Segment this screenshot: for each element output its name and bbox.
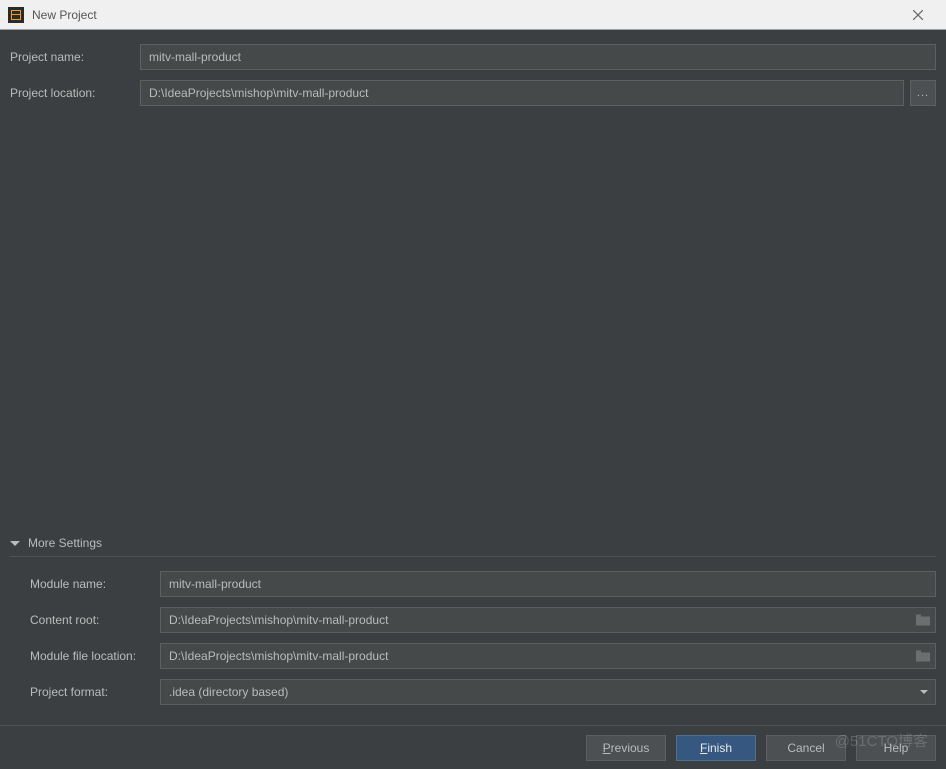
project-name-row: Project name:: [10, 44, 936, 70]
module-file-location-row: Module file location:: [30, 643, 936, 669]
app-icon: [8, 7, 24, 23]
folder-icon: [916, 615, 930, 626]
titlebar: New Project: [0, 0, 946, 30]
browse-button[interactable]: ...: [910, 80, 936, 106]
module-file-location-browse-icon[interactable]: [916, 651, 930, 662]
content-root-browse-icon[interactable]: [916, 615, 930, 626]
project-location-input[interactable]: [140, 80, 904, 106]
help-button[interactable]: Help: [856, 735, 936, 761]
module-file-location-label: Module file location:: [30, 649, 160, 663]
finish-button[interactable]: Finish: [676, 735, 756, 761]
content-root-input[interactable]: [160, 607, 936, 633]
more-settings-label: More Settings: [28, 536, 102, 550]
project-location-label: Project location:: [10, 86, 140, 100]
more-settings-section: More Settings Module name: Content root:…: [10, 536, 936, 715]
window-title: New Project: [32, 8, 898, 22]
project-location-row: Project location: ...: [10, 80, 936, 106]
cancel-button[interactable]: Cancel: [766, 735, 846, 761]
project-format-select[interactable]: [160, 679, 936, 705]
folder-icon: [916, 651, 930, 662]
button-bar: Previous Finish Cancel Help: [0, 725, 946, 769]
module-name-row: Module name:: [30, 571, 936, 597]
more-settings-toggle[interactable]: More Settings: [10, 536, 936, 550]
project-format-row: Project format:: [30, 679, 936, 705]
project-name-label: Project name:: [10, 50, 140, 64]
project-format-label: Project format:: [30, 685, 160, 699]
chevron-down-icon: [920, 690, 928, 694]
content-area: Project name: Project location: ...: [0, 30, 946, 130]
module-name-input[interactable]: [160, 571, 936, 597]
module-file-location-input[interactable]: [160, 643, 936, 669]
separator: [10, 556, 936, 557]
project-name-input[interactable]: [140, 44, 936, 70]
previous-button[interactable]: Previous: [586, 735, 666, 761]
more-settings-body: Module name: Content root: Module file l…: [10, 571, 936, 705]
close-icon[interactable]: [898, 0, 938, 30]
chevron-down-icon: [10, 541, 20, 546]
content-root-label: Content root:: [30, 613, 160, 627]
module-name-label: Module name:: [30, 577, 160, 591]
content-root-row: Content root:: [30, 607, 936, 633]
